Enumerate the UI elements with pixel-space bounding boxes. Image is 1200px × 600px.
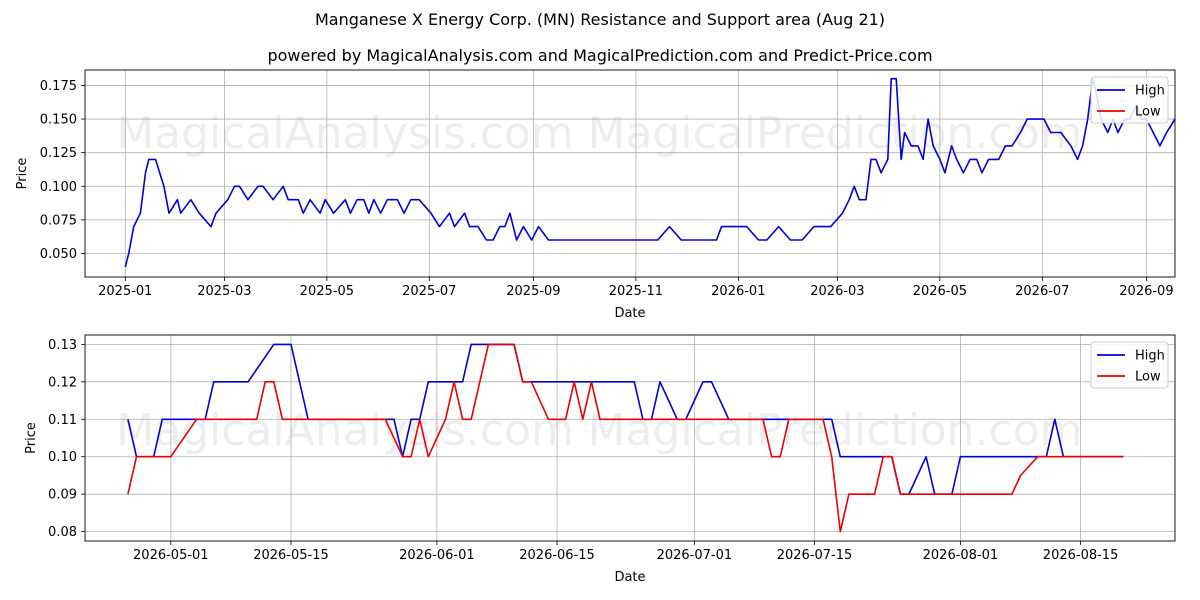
- x-tick-label: 2026-01: [711, 284, 765, 299]
- x-tick-label: 2025-11: [609, 284, 663, 299]
- watermark-prediction: MagicalPrediction.com: [588, 108, 1083, 159]
- y-tick-label: 0.13: [48, 338, 77, 353]
- legend-label-high: High: [1135, 349, 1165, 364]
- y-tick-label: 0.175: [40, 79, 77, 94]
- legend-label-high: High: [1135, 84, 1165, 99]
- x-tick-label: 2025-03: [197, 284, 251, 299]
- x-axis-label: Date: [614, 570, 645, 585]
- y-tick-label: 0.100: [40, 180, 77, 195]
- plot-frame: [84, 69, 1176, 278]
- legend-label-low: Low: [1135, 370, 1161, 385]
- y-tick-label: 0.12: [48, 375, 77, 390]
- x-tick-label: 2026-05-15: [253, 548, 329, 563]
- x-tick-label: 2026-07-01: [657, 548, 733, 563]
- y-tick-label: 0.11: [48, 413, 77, 428]
- series-line-high: [124, 77, 1176, 268]
- x-tick-label: 2026-03: [810, 284, 864, 299]
- x-tick-label: 2026-05-01: [133, 548, 209, 563]
- legend-label-low: Low: [1135, 105, 1161, 120]
- x-tick-label: 2025-09: [506, 284, 560, 299]
- x-tick-label: 2026-06-15: [519, 548, 595, 563]
- y-tick-label: 0.050: [40, 247, 77, 262]
- watermark-analysis: MagicalAnalysis.com: [116, 108, 574, 159]
- y-axis-label: Price: [15, 158, 30, 190]
- x-tick-label: 2025-07: [402, 284, 456, 299]
- x-tick-label: 2026-08-15: [1043, 548, 1119, 563]
- y-axis-label: Price: [24, 422, 39, 454]
- y-tick-label: 0.125: [40, 146, 77, 161]
- top-chart: MagicalAnalysis.com MagicalPrediction.com…: [15, 69, 1176, 585]
- watermark-analysis: MagicalAnalysis.com: [116, 405, 574, 456]
- x-tick-label: 2026-05: [913, 284, 967, 299]
- x-tick-label: 2026-08-01: [923, 548, 999, 563]
- y-tick-label: 0.09: [48, 488, 77, 503]
- x-tick-label: 2025-05: [300, 284, 354, 299]
- x-axis-label: Date: [614, 306, 645, 321]
- x-tick-label: 2026-07-15: [777, 548, 853, 563]
- x-tick-label: 2025-01: [98, 284, 152, 299]
- y-tick-label: 0.08: [48, 525, 77, 540]
- x-tick-label: 2026-06-01: [399, 548, 475, 563]
- y-tick-label: 0.075: [40, 213, 77, 228]
- x-tick-label: 2026-09: [1119, 284, 1173, 299]
- y-tick-label: 0.150: [40, 113, 77, 128]
- x-tick-label: 2026-07: [1015, 284, 1069, 299]
- y-tick-label: 0.10: [48, 450, 77, 465]
